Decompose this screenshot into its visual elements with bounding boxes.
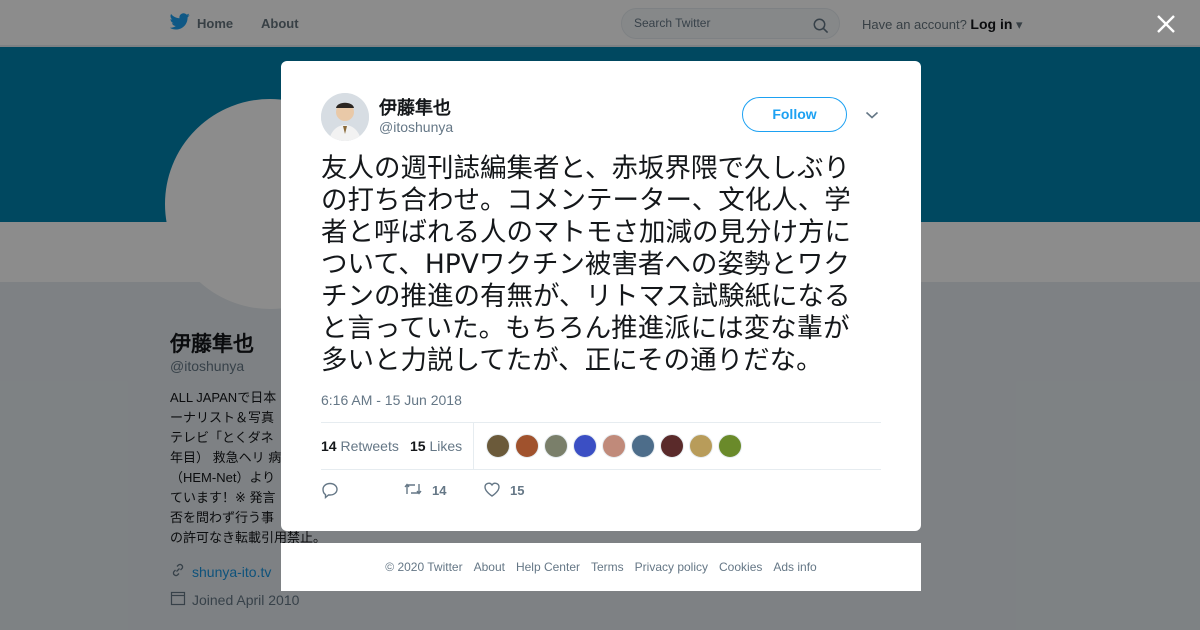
likes-stat[interactable]: 15 Likes — [410, 438, 462, 454]
tweet-actions: 14 15 — [321, 481, 621, 501]
tweet-text-line: と言っていた。もちろん推進派には変な輩が — [321, 313, 850, 344]
tweet-text: 友人の週刊誌編集者と、赤坂界隈で久しぶり の打ち合わせ。コメンテーター、文化人、… — [321, 153, 881, 377]
follow-button[interactable]: Follow — [742, 97, 847, 132]
tweet-modal: 伊藤隼也 @itoshunya Follow 友人の週刊誌編集者と、赤坂界隈で久… — [281, 61, 921, 531]
author-avatar[interactable] — [321, 93, 369, 141]
liker-avatar[interactable] — [573, 434, 597, 458]
like-count: 15 — [510, 483, 525, 498]
tweet-stats: 14 Retweets 15 Likes — [321, 422, 881, 470]
footer-link[interactable]: Cookies — [719, 560, 762, 574]
retweet-count: 14 — [432, 483, 447, 498]
heart-icon[interactable] — [483, 481, 501, 500]
modal-footer: © 2020 Twitter About Help Center Terms Priva… — [281, 543, 921, 591]
footer-link[interactable]: © 2020 Twitter — [385, 560, 462, 574]
retweets-count: 14 — [321, 438, 337, 454]
retweet-action[interactable]: 14 — [403, 481, 446, 500]
liker-avatar[interactable] — [631, 434, 655, 458]
like-action[interactable]: 15 — [483, 481, 524, 500]
liker-avatar[interactable] — [515, 434, 539, 458]
footer-link[interactable]: Privacy policy — [635, 560, 708, 574]
liker-avatar[interactable] — [544, 434, 568, 458]
liker-avatar[interactable] — [602, 434, 626, 458]
stats-divider — [473, 423, 474, 470]
retweets-stat[interactable]: 14 Retweets — [321, 438, 399, 454]
chevron-down-icon[interactable] — [865, 107, 879, 125]
liker-avatars — [486, 434, 742, 458]
footer-link[interactable]: Terms — [591, 560, 624, 574]
tweet-text-line: チンの推進の有無が、リトマス試験紙になる — [321, 281, 851, 312]
liker-avatar[interactable] — [486, 434, 510, 458]
tweet-text-line: 者と呼ばれる人のマトモさ加減の見分け方に — [321, 217, 851, 248]
author-name[interactable]: 伊藤隼也 — [379, 94, 451, 120]
reply-icon[interactable] — [321, 481, 339, 502]
retweets-label: Retweets — [340, 438, 399, 454]
liker-avatar[interactable] — [660, 434, 684, 458]
likes-count: 15 — [410, 438, 426, 454]
liker-avatar[interactable] — [689, 434, 713, 458]
footer-link[interactable]: Help Center — [516, 560, 580, 574]
tweet-text-line: の打ち合わせ。コメンテーター、文化人、学 — [321, 185, 851, 216]
likes-label: Likes — [429, 438, 463, 454]
tweet-text-line: ついて、HPVワクチン被害者への姿勢とワク — [321, 249, 850, 280]
footer-link[interactable]: Ads info — [773, 560, 816, 574]
close-icon[interactable] — [1155, 13, 1177, 35]
tweet-text-line: 友人の週刊誌編集者と、赤坂界隈で久しぶり — [321, 153, 850, 184]
tweet-text-line: 多いと力説してたが、正にその通りだな。 — [321, 345, 823, 376]
reply-action[interactable] — [321, 481, 339, 502]
retweet-icon[interactable] — [403, 481, 423, 500]
liker-avatar[interactable] — [718, 434, 742, 458]
tweet-timestamp[interactable]: 6:16 AM - 15 Jun 2018 — [321, 392, 462, 408]
footer-link[interactable]: About — [474, 560, 505, 574]
author-handle[interactable]: @itoshunya — [379, 119, 453, 135]
